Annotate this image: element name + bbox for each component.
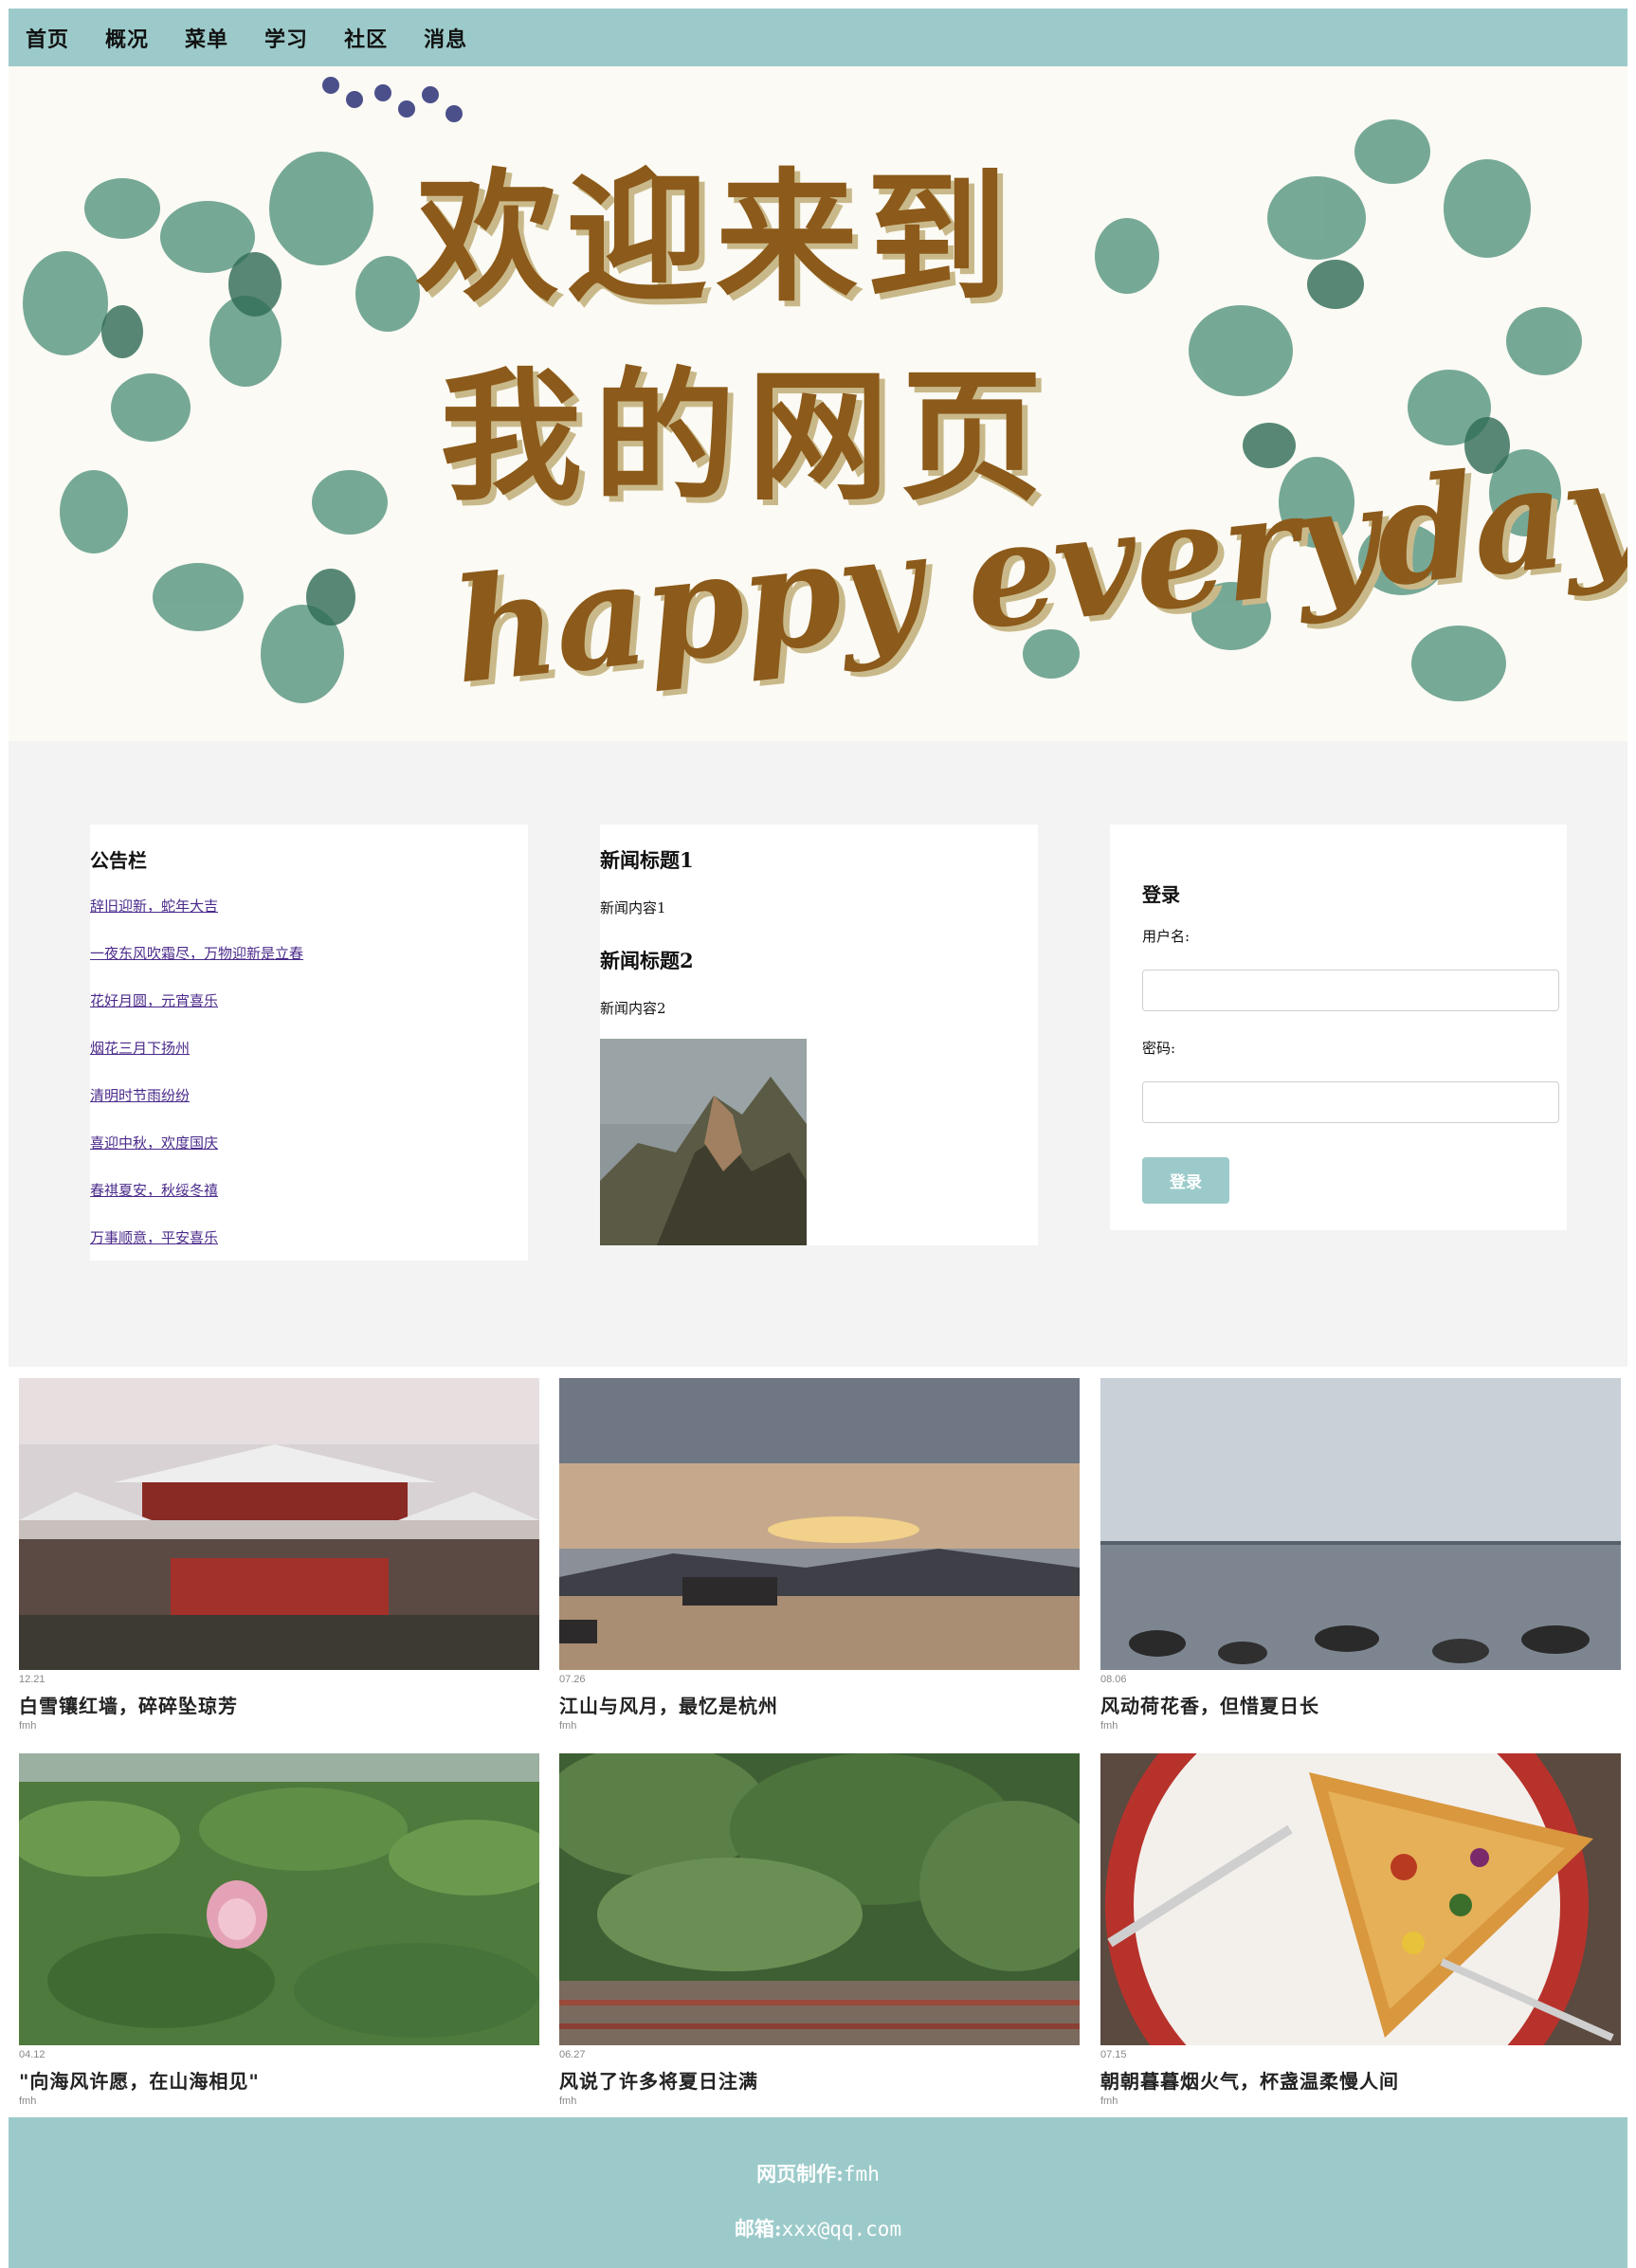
west-lake-sunset-photo	[559, 1378, 1080, 1670]
gallery-tile[interactable]: 07.26 江山与风月，最忆是杭州 fmh	[559, 1378, 1080, 1746]
password-label: 密码:	[1142, 1040, 1176, 1057]
footer-email: 邮箱:xxx@qq.com	[9, 2214, 1627, 2242]
nav-item-study[interactable]: 学习	[264, 23, 308, 53]
lotus-pond-photo	[19, 1753, 539, 2045]
notice-board-title: 公告栏	[90, 849, 147, 872]
footer-email-label: 邮箱:	[734, 2217, 782, 2241]
tile-author: fmh	[1100, 2096, 1118, 2107]
footer-maker-label: 网页制作:	[756, 2162, 844, 2186]
gallery-tile[interactable]: 12.21 白雪镶红墙，碎碎坠琼芳 fmh	[19, 1378, 539, 1746]
login-button[interactable]: 登录	[1142, 1157, 1229, 1204]
login-panel: 登录 用户名: 密码: 登录	[1110, 825, 1567, 1230]
notice-link[interactable]: 花好月圆，元宵喜乐	[90, 990, 528, 1010]
gallery-tile[interactable]: 08.06 风动荷花香，但惜夏日长 fmh	[1100, 1378, 1621, 1746]
nav-item-menu[interactable]: 菜单	[185, 23, 228, 53]
username-label: 用户名:	[1142, 928, 1191, 945]
nav-item-community[interactable]: 社区	[344, 23, 388, 53]
footer-maker: 网页制作:fmh	[9, 2159, 1627, 2187]
tile-caption: 风动荷花香，但惜夏日长	[1100, 1695, 1319, 1717]
tile-caption: "向海风许愿，在山海相见"	[19, 2070, 260, 2093]
banner-title-line-1: 欢迎来到	[416, 154, 1016, 321]
tile-author: fmh	[559, 2096, 577, 2107]
tile-author: fmh	[559, 1720, 577, 1732]
gallery-tile[interactable]: 07.15 朝朝暮暮烟火气，杯盏温柔慢人间 fmh	[1100, 1753, 1621, 2121]
tile-date: 07.15	[1100, 2049, 1127, 2060]
tile-caption: 白雪镶红墙，碎碎坠琼芳	[19, 1695, 238, 1717]
news-title-2: 新闻标题2	[600, 949, 694, 972]
tile-author: fmh	[1100, 1720, 1118, 1732]
gallery-tile[interactable]: 04.12 "向海风许愿，在山海相见" fmh	[19, 1753, 539, 2121]
seaside-rocks-photo	[1100, 1378, 1621, 1670]
mountain-photo	[600, 1039, 807, 1245]
nav-item-overview[interactable]: 概况	[105, 23, 149, 53]
footer-email-value: xxx@qq.com	[781, 2218, 902, 2241]
notice-link[interactable]: 辞旧迎新，蛇年大吉	[90, 896, 528, 916]
nav-item-messages[interactable]: 消息	[424, 23, 467, 53]
ivy-wall-photo	[559, 1753, 1080, 2045]
tile-caption: 风说了许多将夏日注满	[559, 2070, 758, 2093]
footer-maker-value: fmh	[843, 2163, 880, 2186]
hero-banner: 欢迎来到 我的网页 happy everyday	[9, 66, 1627, 741]
nav-item-home[interactable]: 首页	[26, 23, 69, 53]
news-body-2: 新闻内容2	[600, 1000, 666, 1017]
page-footer: 网页制作:fmh 邮箱:xxx@qq.com	[9, 2117, 1627, 2268]
notice-link[interactable]: 春祺夏安，秋绥冬禧	[90, 1180, 528, 1200]
tile-date: 04.12	[19, 2049, 45, 2060]
notice-link[interactable]: 喜迎中秋，欢度国庆	[90, 1133, 528, 1152]
notice-link[interactable]: 万事顺意，平安喜乐	[90, 1227, 528, 1247]
login-title: 登录	[1142, 883, 1180, 906]
content-section: 公告栏 辞旧迎新，蛇年大吉 一夜东风吹霜尽，万物迎新是立春 花好月圆，元宵喜乐 …	[9, 741, 1627, 1367]
notice-board: 公告栏 辞旧迎新，蛇年大吉 一夜东风吹霜尽，万物迎新是立春 花好月圆，元宵喜乐 …	[90, 825, 528, 1261]
forbidden-city-snow-photo	[19, 1378, 539, 1670]
news-panel: 新闻标题1 新闻内容1 新闻标题2 新闻内容2	[600, 825, 1038, 1245]
news-body-1: 新闻内容1	[600, 899, 666, 916]
password-input[interactable]	[1142, 1081, 1559, 1123]
top-nav: 首页 概况 菜单 学习 社区 消息	[9, 9, 1627, 66]
notice-link[interactable]: 烟花三月下扬州	[90, 1038, 528, 1058]
tile-caption: 江山与风月，最忆是杭州	[559, 1695, 778, 1717]
tile-caption: 朝朝暮暮烟火气，杯盏温柔慢人间	[1100, 2070, 1399, 2093]
tile-author: fmh	[19, 2096, 37, 2107]
notice-link[interactable]: 一夜东风吹霜尽，万物迎新是立春	[90, 943, 528, 963]
tile-author: fmh	[19, 1720, 37, 1732]
tile-date: 08.06	[1100, 1674, 1127, 1685]
tile-date: 07.26	[559, 1674, 586, 1685]
tile-date: 12.21	[19, 1674, 45, 1685]
tile-date: 06.27	[559, 2049, 586, 2060]
notice-link[interactable]: 清明时节雨纷纷	[90, 1085, 528, 1105]
news-title-1: 新闻标题1	[600, 848, 694, 872]
username-input[interactable]	[1142, 970, 1559, 1011]
photo-gallery: 12.21 白雪镶红墙，碎碎坠琼芳 fmh 07.26 江山与风月，最忆是杭州 …	[9, 1367, 1627, 2117]
pizza-plate-photo	[1100, 1753, 1621, 2045]
gallery-tile[interactable]: 06.27 风说了许多将夏日注满 fmh	[559, 1753, 1080, 2121]
